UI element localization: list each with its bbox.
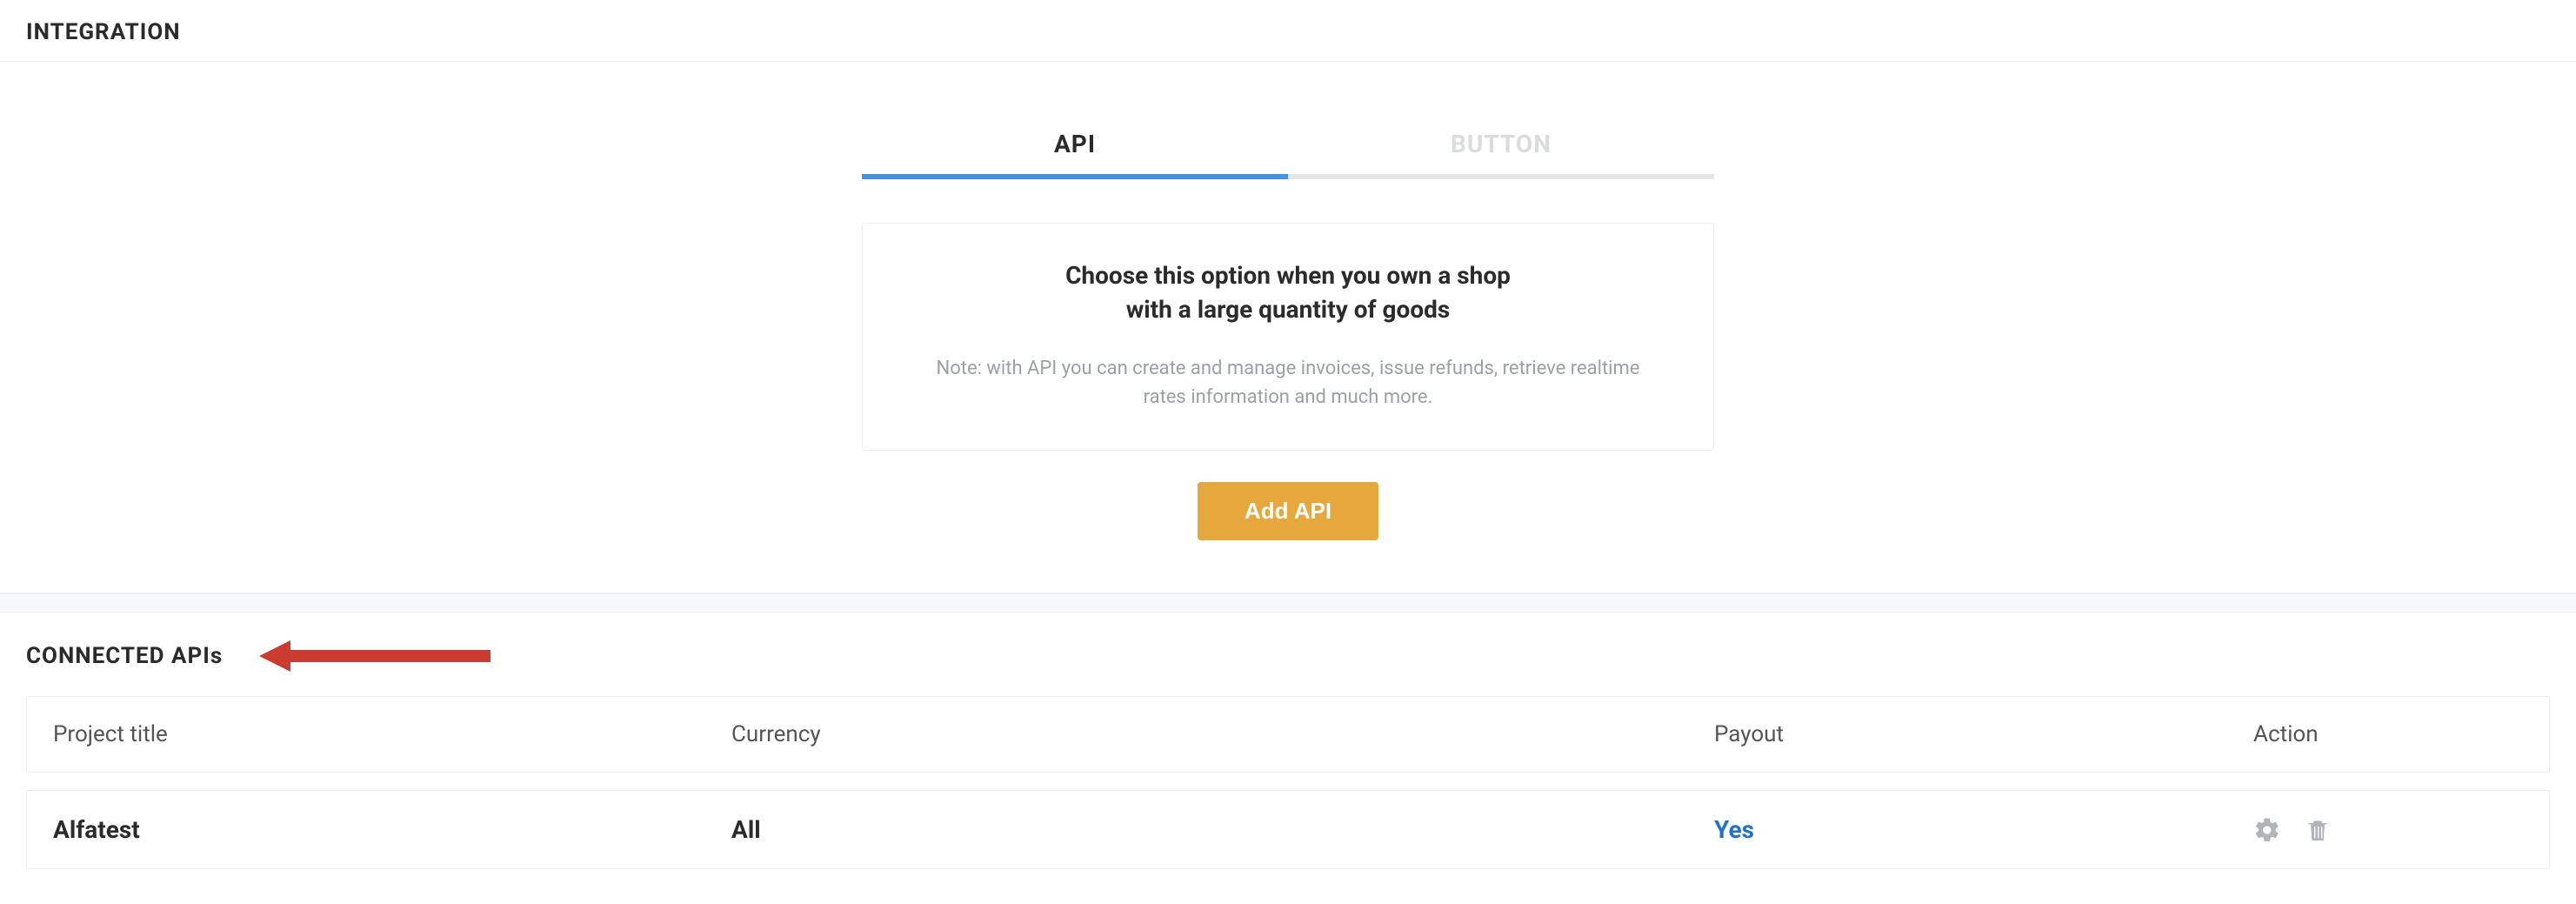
api-card-title-line2: with a large quantity of goods	[1126, 295, 1451, 324]
integration-panel: API BUTTON Choose this option when you o…	[0, 62, 2576, 593]
col-header-payout: Payout	[1714, 721, 2253, 747]
api-card-note-line2: rates information and much more.	[1144, 386, 1433, 408]
cell-action	[2253, 816, 2523, 844]
integration-tabs: API BUTTON	[862, 114, 1714, 179]
api-description-card: Choose this option when you own a shop w…	[862, 223, 1714, 451]
integration-section-header: INTEGRATION	[0, 0, 2576, 62]
table-header-row: Project title Currency Payout Action	[26, 696, 2550, 773]
arrow-head-icon	[259, 640, 290, 672]
col-header-project-title: Project title	[53, 721, 731, 747]
tab-button[interactable]: BUTTON	[1288, 114, 1714, 179]
col-header-currency: Currency	[731, 721, 1714, 747]
tab-api[interactable]: API	[862, 114, 1288, 179]
connected-apis-header-row: CONNECTED APIs	[0, 613, 2576, 696]
cell-currency: All	[731, 815, 1714, 844]
api-card-title: Choose this option when you own a shop w…	[915, 258, 1661, 326]
cell-project-title: Alfatest	[53, 815, 731, 844]
gear-icon[interactable]	[2253, 816, 2281, 844]
api-card-note: Note: with API you can create and manage…	[915, 354, 1661, 412]
arrow-annotation	[259, 640, 491, 672]
table-row: Alfatest All Yes	[26, 790, 2550, 869]
api-card-title-line1: Choose this option when you own a shop	[1065, 261, 1511, 290]
arrow-bar-icon	[290, 650, 491, 662]
api-card-note-line1: Note: with API you can create and manage…	[937, 358, 1640, 379]
col-header-action: Action	[2253, 721, 2523, 747]
add-api-button[interactable]: Add API	[1198, 482, 1378, 540]
section-divider	[0, 593, 2576, 613]
connected-apis-header: CONNECTED APIs	[26, 643, 223, 669]
trash-icon[interactable]	[2304, 816, 2332, 844]
connected-apis-table: Project title Currency Payout Action Alf…	[0, 696, 2576, 904]
cell-payout[interactable]: Yes	[1714, 815, 2253, 844]
